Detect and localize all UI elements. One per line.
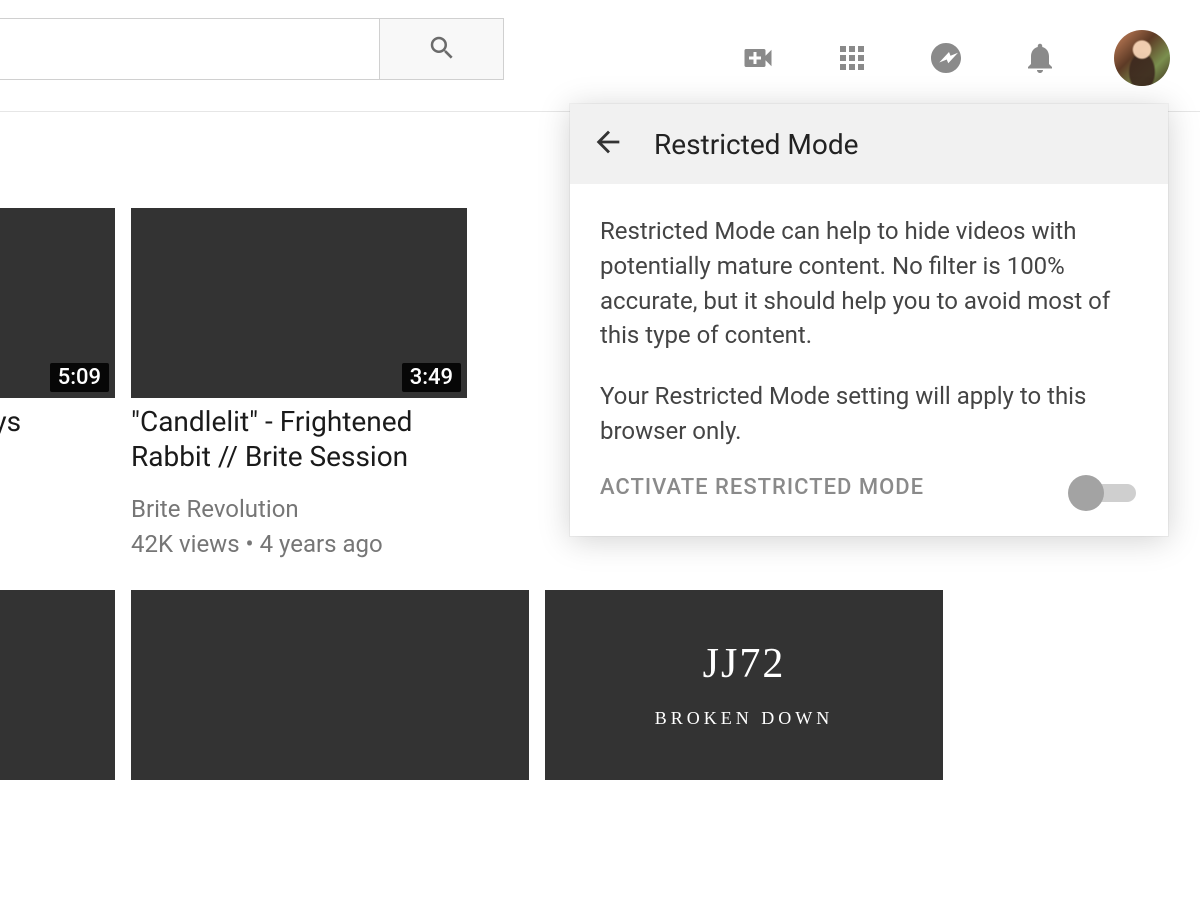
video-channel[interactable]: Brite Revolution xyxy=(131,492,467,527)
thumbnail-image: JJ72 BROKEN DOWN xyxy=(545,590,943,780)
panel-body: Restricted Mode can help to hide videos … xyxy=(570,184,1168,536)
video-duration: 5:09 xyxy=(50,363,109,392)
search-icon xyxy=(427,33,457,66)
toggle-row: ACTIVATE RESTRICTED MODE xyxy=(600,475,1138,500)
video-card[interactable]: 5:09 Days go xyxy=(0,208,115,562)
video-duration: 3:49 xyxy=(402,363,461,392)
video-card[interactable]: 3:49 "Candlelit" - Frightened Rabbit // … xyxy=(131,208,467,562)
top-bar xyxy=(0,0,1200,112)
video-thumbnail[interactable] xyxy=(0,590,115,780)
panel-description: Restricted Mode can help to hide videos … xyxy=(600,214,1138,353)
video-thumbnail[interactable]: 5:09 xyxy=(0,208,115,398)
search-button[interactable] xyxy=(380,18,504,80)
panel-title: Restricted Mode xyxy=(654,128,858,161)
switch-knob xyxy=(1068,475,1104,511)
video-row: JJ72 BROKEN DOWN xyxy=(0,590,1200,780)
thumbnail-image xyxy=(0,590,115,780)
panel-header: Restricted Mode xyxy=(570,104,1168,184)
notifications-icon[interactable] xyxy=(1020,38,1060,78)
apps-icon[interactable] xyxy=(832,38,872,78)
video-meta: 42K views • 4 years ago xyxy=(131,527,467,562)
toggle-label: ACTIVATE RESTRICTED MODE xyxy=(600,475,924,500)
video-thumbnail[interactable]: 3:49 xyxy=(131,208,467,398)
thumbnail-image xyxy=(131,590,529,780)
search-bar xyxy=(0,18,504,80)
restricted-mode-toggle[interactable] xyxy=(1068,475,1138,499)
panel-description-secondary: Your Restricted Mode setting will apply … xyxy=(600,379,1138,449)
video-title: "Candlelit" - Frightened Rabbit // Brite… xyxy=(131,404,467,474)
back-button[interactable] xyxy=(584,120,632,168)
overlay-title: JJ72 xyxy=(703,640,786,688)
video-title: Days xyxy=(0,404,115,439)
topbar-actions xyxy=(738,30,1170,86)
arrow-back-icon xyxy=(591,125,625,163)
search-input[interactable] xyxy=(0,18,380,80)
create-icon[interactable] xyxy=(738,38,778,78)
restricted-mode-panel: Restricted Mode Restricted Mode can help… xyxy=(570,104,1168,536)
account-avatar[interactable] xyxy=(1114,30,1170,86)
overlay-subtitle: BROKEN DOWN xyxy=(655,708,834,729)
share-icon[interactable] xyxy=(926,38,966,78)
video-thumbnail[interactable] xyxy=(131,590,529,780)
video-meta: go xyxy=(0,457,115,492)
video-thumbnail[interactable]: JJ72 BROKEN DOWN xyxy=(545,590,943,780)
